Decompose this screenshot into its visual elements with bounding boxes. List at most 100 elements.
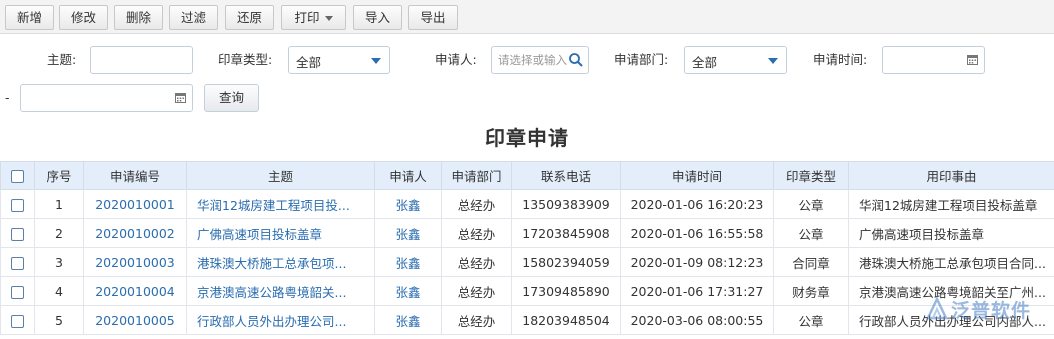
seal-type-cell: 财务章 [773,276,849,306]
row-select-cell[interactable] [0,276,35,306]
select-all-cell[interactable] [0,161,35,190]
seal-type-value: 全部 [296,55,322,70]
calendar-icon[interactable] [967,54,978,65]
seal-type-cell: 公章 [773,189,849,219]
table-row[interactable]: 5 2020010005 行政部人员外出办理公司... 张鑫 总经办 18203… [0,305,1054,335]
dept-cell: 总经办 [441,189,512,219]
col-header[interactable]: 申请部门 [441,161,512,190]
time-cell: 2020-03-06 08:00:55 [620,305,774,335]
subject-link[interactable]: 华润12城房建工程项目投... [186,189,375,219]
phone-cell: 17309485890 [511,276,621,306]
phone-cell: 18203948504 [511,305,621,335]
dept-cell: 总经办 [441,276,512,306]
applicant-input[interactable] [498,51,572,69]
dept-cell: 总经办 [441,305,512,335]
subject-label: 主题: [47,52,77,67]
application-no-link[interactable]: 2020010002 [83,218,187,248]
seal-type-cell: 合同章 [773,247,849,277]
subject-link[interactable]: 京港澳高速公路粤境韶关... [186,276,375,306]
row-select-cell[interactable] [0,189,35,219]
seq-cell: 5 [34,305,84,335]
col-header[interactable]: 联系电话 [511,161,621,190]
col-header[interactable]: 用印事由 [848,161,1054,190]
row-checkbox[interactable] [11,256,24,270]
filter-button[interactable]: 过滤 [169,5,218,30]
reason-cell: 行政部人员外出办理公司内部人... [848,305,1054,335]
table-row[interactable]: 3 2020010003 港珠澳大桥施工总承包项... 张鑫 总经办 15802… [0,247,1054,277]
phone-cell: 13509383909 [511,189,621,219]
reason-cell: 华润12城房建工程项目投标盖章 [848,189,1054,219]
reason-cell: 京港澳高速公路粤境韶关至广州... [848,276,1054,306]
row-checkbox[interactable] [11,198,24,212]
seq-cell: 3 [34,247,84,277]
import-button[interactable]: 导入 [353,5,402,30]
toolbar: 新增 修改 删除 过滤 还原 打印 导入 导出 [0,0,1054,34]
phone-cell: 15802394059 [511,247,621,277]
edit-button[interactable]: 修改 [59,5,108,30]
col-header[interactable]: 申请人 [374,161,442,190]
applicant-link[interactable]: 张鑫 [374,218,442,248]
reason-cell: 广佛高速项目投标盖章 [848,218,1054,248]
table-header-row: 序号 申请编号 主题 申请人 申请部门 联系电话 申请时间 印章类型 用印事由 [0,161,1054,190]
application-no-link[interactable]: 2020010005 [83,305,187,335]
calendar-icon[interactable] [175,92,186,103]
col-header[interactable]: 申请时间 [620,161,774,190]
application-no-link[interactable]: 2020010004 [83,276,187,306]
subject-link[interactable]: 港珠澳大桥施工总承包项... [186,247,375,277]
dept-cell: 总经办 [441,247,512,277]
time-cell: 2020-01-06 16:20:23 [620,189,774,219]
applicant-link[interactable]: 张鑫 [374,276,442,306]
seq-cell: 1 [34,189,84,219]
applicant-link[interactable]: 张鑫 [374,305,442,335]
row-select-cell[interactable] [0,247,35,277]
dept-cell: 总经办 [441,218,512,248]
row-checkbox[interactable] [11,314,24,328]
search-icon[interactable] [568,52,584,68]
caret-down-icon [324,16,333,21]
col-header[interactable]: 主题 [186,161,375,190]
table-row[interactable]: 2 2020010002 广佛高速项目投标盖章 张鑫 总经办 172038459… [0,218,1054,248]
seal-type-cell: 公章 [773,305,849,335]
phone-cell: 17203845908 [511,218,621,248]
time-cell: 2020-01-06 16:55:58 [620,218,774,248]
export-button[interactable]: 导出 [408,5,458,30]
row-select-cell[interactable] [0,305,35,335]
subject-input[interactable] [90,46,193,74]
row-select-cell[interactable] [0,218,35,248]
col-header[interactable]: 序号 [34,161,84,190]
applicant-link[interactable]: 张鑫 [374,247,442,277]
dept-value: 全部 [692,55,718,70]
search-button[interactable]: 查询 [204,84,259,112]
row-checkbox[interactable] [11,227,24,241]
restore-button[interactable]: 还原 [225,5,274,30]
application-no-link[interactable]: 2020010001 [83,189,187,219]
add-button[interactable]: 新增 [5,5,54,30]
dept-label: 申请部门: [614,52,669,67]
page-title: 印章申请 [485,126,569,150]
dept-select[interactable]: 全部 [684,46,787,74]
col-header[interactable]: 申请编号 [83,161,187,190]
delete-button[interactable]: 删除 [114,5,163,30]
application-no-link[interactable]: 2020010003 [83,247,187,277]
applicant-combobox[interactable] [491,46,589,74]
seal-type-select[interactable]: 全部 [288,46,390,74]
applicant-link[interactable]: 张鑫 [374,189,442,219]
chevron-down-icon [768,58,778,64]
table-row[interactable]: 4 2020010004 京港澳高速公路粤境韶关... 张鑫 总经办 17309… [0,276,1054,306]
date-range-dash: - [5,90,10,105]
chevron-down-icon [371,58,381,64]
seq-cell: 2 [34,218,84,248]
seal-type-label: 印章类型: [218,52,273,67]
print-button[interactable]: 打印 [281,5,346,30]
seal-application-table: 序号 申请编号 主题 申请人 申请部门 联系电话 申请时间 印章类型 用印事由 … [0,161,1054,335]
subject-link[interactable]: 广佛高速项目投标盖章 [186,218,375,248]
col-header[interactable]: 印章类型 [773,161,849,190]
seq-cell: 4 [34,276,84,306]
select-all-checkbox[interactable] [11,170,24,183]
time-to-datepicker[interactable] [20,84,193,112]
subject-link[interactable]: 行政部人员外出办理公司... [186,305,375,335]
time-label: 申请时间: [813,52,868,67]
row-checkbox[interactable] [11,285,24,299]
time-from-datepicker[interactable] [882,46,985,74]
table-row[interactable]: 1 2020010001 华润12城房建工程项目投... 张鑫 总经办 1350… [0,189,1054,219]
